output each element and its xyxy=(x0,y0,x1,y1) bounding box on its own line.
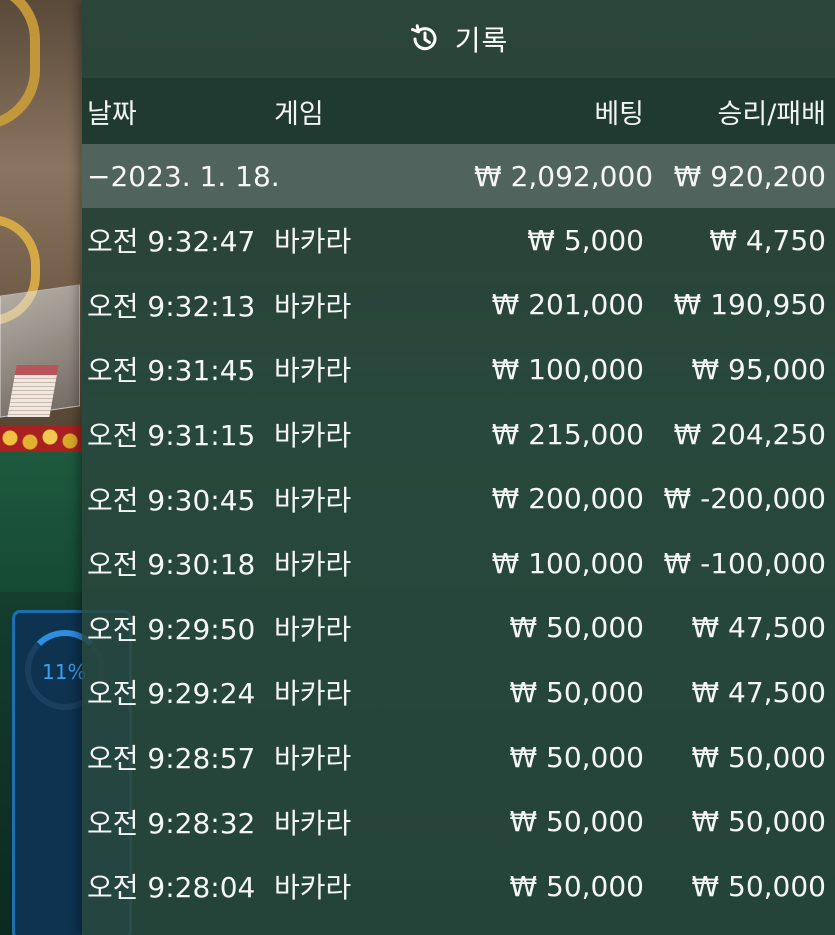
row-result: ₩ 47,500 xyxy=(691,611,826,645)
row-bet: ₩ 100,000 xyxy=(491,546,644,580)
row-result: ₩ 95,000 xyxy=(691,352,826,386)
gold-coins xyxy=(0,428,82,450)
row-time: 오전 9:32:47 xyxy=(87,225,256,259)
history-row[interactable]: 오전 9:30:18 바카라 ₩ 100,000 ₩ -100,000 xyxy=(82,531,835,596)
progress-label: 11% xyxy=(42,660,87,684)
row-bet: ₩ 201,000 xyxy=(491,288,644,322)
history-panel: 기록 날짜 게임 베팅 승리/패배 −2023. 1. 18. ₩ 2,092,… xyxy=(82,0,835,935)
row-game: 바카라 xyxy=(274,419,352,453)
row-game: 바카라 xyxy=(274,548,352,582)
row-time: 오전 9:31:15 xyxy=(87,419,256,453)
row-bet: ₩ 50,000 xyxy=(509,869,644,903)
row-game: 바카라 xyxy=(274,289,352,323)
row-bet: ₩ 215,000 xyxy=(491,417,644,451)
row-game: 바카라 xyxy=(274,225,352,259)
column-header-bet: 베팅 xyxy=(594,98,644,130)
row-bet: ₩ 50,000 xyxy=(509,675,644,709)
history-icon xyxy=(409,23,441,55)
column-header-date: 날짜 xyxy=(87,98,137,130)
row-game: 바카라 xyxy=(274,354,352,388)
row-result: ₩ 204,250 xyxy=(673,417,826,451)
row-result: ₩ 50,000 xyxy=(691,805,826,839)
row-result: ₩ 50,000 xyxy=(691,740,826,774)
row-bet: ₩ 5,000 xyxy=(527,223,644,257)
history-row[interactable]: 오전 9:31:45 바카라 ₩ 100,000 ₩ 95,000 xyxy=(82,337,835,402)
history-row[interactable]: 오전 9:31:15 바카라 ₩ 215,000 ₩ 204,250 xyxy=(82,402,835,467)
screen: 11% 기록 날짜 게임 베팅 승리/패배 −2023. 1. 18. ₩ 2,… xyxy=(0,0,835,935)
column-header-result: 승리/패배 xyxy=(717,98,826,130)
history-row[interactable]: 오전 9:28:57 바카라 ₩ 50,000 ₩ 50,000 xyxy=(82,725,835,790)
row-time: 오전 9:30:18 xyxy=(87,548,256,582)
row-game: 바카라 xyxy=(274,677,352,711)
panel-title: 기록 xyxy=(454,24,509,57)
row-bet: ₩ 100,000 xyxy=(491,352,644,386)
date-total-bet: ₩ 2,092,000 xyxy=(474,159,654,193)
history-row[interactable]: 오전 9:32:47 바카라 ₩ 5,000 ₩ 4,750 xyxy=(82,208,835,273)
panel-header: 기록 xyxy=(82,0,835,78)
column-header-row: 날짜 게임 베팅 승리/패배 xyxy=(82,78,835,144)
date-total-result: ₩ 920,200 xyxy=(673,159,826,193)
row-result: ₩ 190,950 xyxy=(673,288,826,322)
row-time: 오전 9:28:57 xyxy=(87,742,256,776)
row-time: 오전 9:31:45 xyxy=(87,354,256,388)
history-row[interactable]: 오전 9:28:04 바카라 ₩ 50,000 ₩ 50,000 xyxy=(82,854,835,919)
date-group-row[interactable]: −2023. 1. 18. ₩ 2,092,000 ₩ 920,200 xyxy=(82,144,835,208)
row-time: 오전 9:30:45 xyxy=(87,483,256,517)
row-result: ₩ 47,500 xyxy=(691,675,826,709)
history-row[interactable]: 오전 9:30:45 바카라 ₩ 200,000 ₩ -200,000 xyxy=(82,466,835,531)
row-result: ₩ 4,750 xyxy=(709,223,826,257)
row-bet: ₩ 200,000 xyxy=(491,482,644,516)
row-game: 바카라 xyxy=(274,483,352,517)
date-group-label: −2023. 1. 18. xyxy=(87,159,280,193)
row-game: 바카라 xyxy=(274,871,352,905)
row-result: ₩ -100,000 xyxy=(663,546,826,580)
row-bet: ₩ 50,000 xyxy=(509,740,644,774)
row-bet: ₩ 50,000 xyxy=(509,611,644,645)
row-time: 오전 9:29:50 xyxy=(87,612,256,646)
row-game: 바카라 xyxy=(274,612,352,646)
row-game: 바카라 xyxy=(274,742,352,776)
history-row[interactable]: 오전 9:28:32 바카라 ₩ 50,000 ₩ 50,000 xyxy=(82,789,835,854)
row-time: 오전 9:29:24 xyxy=(87,677,256,711)
history-row[interactable]: 오전 9:29:24 바카라 ₩ 50,000 ₩ 47,500 xyxy=(82,660,835,725)
row-bet: ₩ 50,000 xyxy=(509,805,644,839)
history-row[interactable]: 오전 9:32:13 바카라 ₩ 201,000 ₩ 190,950 xyxy=(82,273,835,338)
history-row[interactable]: 오전 9:29:50 바카라 ₩ 50,000 ₩ 47,500 xyxy=(82,596,835,661)
table-felt xyxy=(0,452,82,592)
row-result: ₩ 50,000 xyxy=(691,869,826,903)
row-time: 오전 9:32:13 xyxy=(87,289,256,323)
row-time: 오전 9:28:32 xyxy=(87,806,256,840)
row-game: 바카라 xyxy=(274,806,352,840)
column-header-game: 게임 xyxy=(274,98,324,130)
row-time: 오전 9:28:04 xyxy=(87,871,256,905)
row-result: ₩ -200,000 xyxy=(663,482,826,516)
